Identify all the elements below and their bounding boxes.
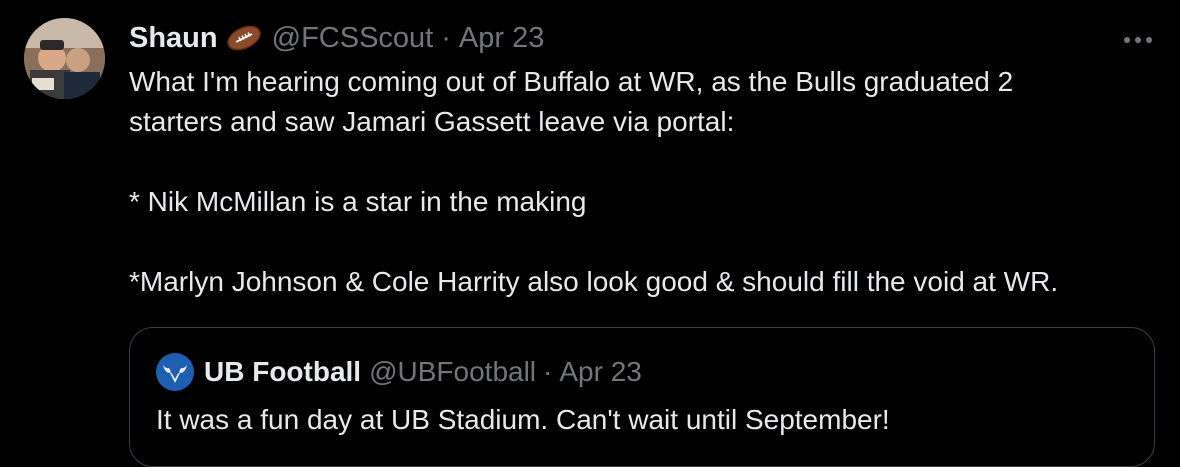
avatar-image: [24, 18, 105, 99]
quoted-tweet-date[interactable]: Apr 23: [559, 356, 642, 388]
tweet-date[interactable]: Apr 23: [459, 22, 544, 55]
bull-logo-icon: [156, 353, 194, 391]
quoted-tweet-text: It was a fun day at UB Stadium. Can't wa…: [156, 404, 890, 435]
tweet-line: *Marlyn Johnson & Cole Harrity also look…: [129, 266, 1059, 297]
tweet-body: What I'm hearing coming out of Buffalo a…: [129, 62, 1149, 302]
tweet-line: * Nik McMillan is a star in the making: [129, 186, 587, 217]
quoted-header-separator: ·: [543, 356, 553, 387]
quoted-author-handle[interactable]: @UBFootball: [369, 356, 536, 388]
author-name[interactable]: Shaun: [129, 22, 218, 55]
tweet-line: What I'm hearing coming out of Buffalo a…: [129, 66, 1014, 97]
american-football-icon: [226, 25, 262, 51]
quoted-author-avatar[interactable]: [156, 353, 194, 391]
header-separator: ·: [441, 21, 451, 54]
tweet-header: Shaun @FCSScout · Apr 23: [129, 20, 544, 56]
more-options-button[interactable]: [1118, 25, 1158, 55]
quoted-tweet-header: UB Football @UBFootball · Apr 23: [156, 353, 642, 391]
author-avatar[interactable]: [24, 18, 105, 99]
tweet-line: starters and saw Jamari Gassett leave vi…: [129, 106, 735, 137]
quoted-author-name[interactable]: UB Football: [204, 356, 361, 388]
author-handle[interactable]: @FCSScout: [272, 22, 434, 55]
more-options-icon: [1124, 37, 1152, 43]
quoted-tweet[interactable]: UB Football @UBFootball · Apr 23 It was …: [129, 327, 1155, 467]
